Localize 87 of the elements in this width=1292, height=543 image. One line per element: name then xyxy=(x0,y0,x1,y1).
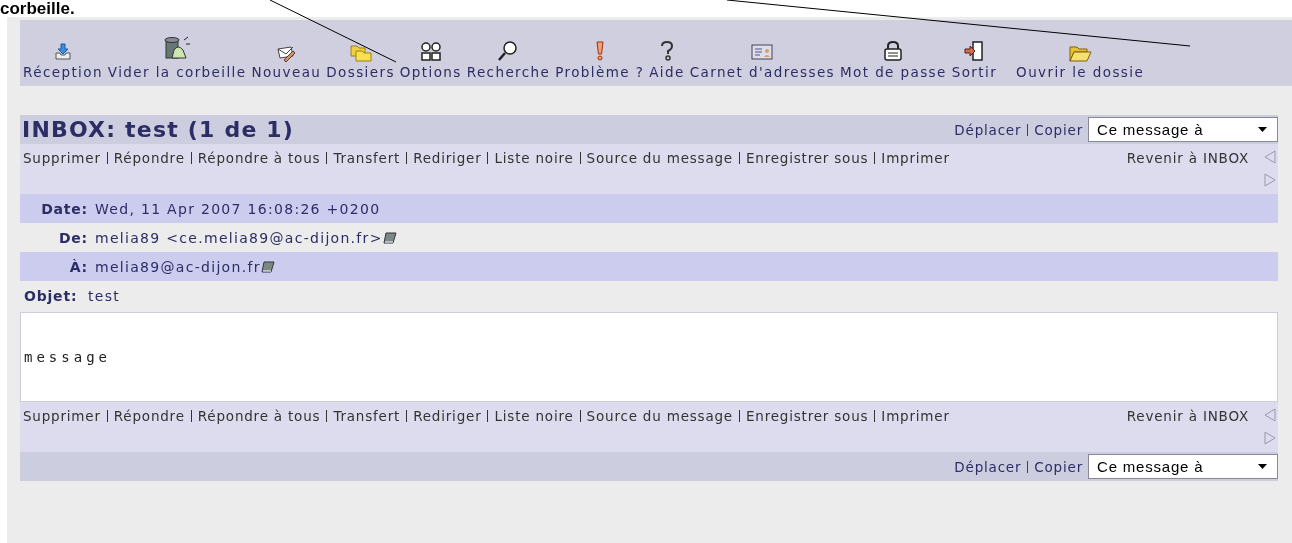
toolbar-button[interactable]: Réception xyxy=(23,42,103,80)
exclamation-icon xyxy=(594,40,605,62)
action-link[interactable]: Imprimer xyxy=(881,408,950,424)
action-link[interactable]: Imprimer xyxy=(881,150,950,166)
action-link[interactable]: Source du message xyxy=(586,150,733,166)
action-link[interactable]: Rediriger xyxy=(413,408,482,424)
caret-icon xyxy=(1258,464,1267,469)
next-arrow-icon[interactable] xyxy=(1264,173,1276,187)
toolbar-button[interactable]: Vider la corbeille xyxy=(107,36,247,80)
action-link[interactable]: Répondre xyxy=(113,150,185,166)
action-link[interactable]: Répondre à tous xyxy=(197,408,321,424)
folder-select[interactable]: Ce message à xyxy=(1088,454,1278,479)
toolbar-button[interactable]: Sortir xyxy=(951,40,998,80)
move-link[interactable]: Déplacer xyxy=(954,458,1022,475)
folders-icon xyxy=(349,44,372,62)
toolbar-button[interactable]: Mot de passe xyxy=(840,40,947,80)
header-label: Objet: xyxy=(23,287,79,304)
toolbar-button[interactable]: Ouvrir le dossie xyxy=(1016,44,1145,80)
address-card-icon xyxy=(750,42,775,62)
search-icon xyxy=(497,40,520,62)
header-label: Date: xyxy=(40,200,89,217)
header-label: À: xyxy=(68,258,89,275)
message-text: message xyxy=(24,349,111,365)
separator-bar xyxy=(326,152,328,164)
separator-bar xyxy=(487,410,489,422)
action-link[interactable]: Transfert xyxy=(333,408,401,424)
separator-bar xyxy=(579,152,581,164)
toolbar-button[interactable]: Problème ? xyxy=(555,40,645,80)
door-exit-icon xyxy=(963,40,986,62)
inbox-download-icon xyxy=(52,42,73,62)
trash-can-icon xyxy=(162,36,193,62)
separator-bar xyxy=(1027,123,1029,136)
header-value: melia89@ac-dijon.fr xyxy=(95,258,261,275)
action-link[interactable]: Enregistrer sous xyxy=(745,408,869,424)
envelope-pencil-icon xyxy=(276,44,297,62)
annotation-text: corbeille. xyxy=(0,0,75,19)
caret-icon xyxy=(1258,127,1267,132)
action-link[interactable]: Répondre xyxy=(113,408,185,424)
separator-bar xyxy=(406,152,408,164)
action-link[interactable]: Enregistrer sous xyxy=(745,150,869,166)
separator-bar xyxy=(406,410,408,422)
separator-bar xyxy=(190,410,192,422)
separator-bar xyxy=(1027,460,1029,473)
message-title: INBOX: test (1 de 1) xyxy=(22,117,295,142)
lock-icon xyxy=(883,40,904,62)
separator-bar xyxy=(190,152,192,164)
separator-bar xyxy=(738,410,740,422)
move-link[interactable]: Copier xyxy=(1034,458,1083,475)
toolbar-button[interactable]: Aide xyxy=(649,40,685,80)
previous-arrow-icon[interactable] xyxy=(1264,150,1276,164)
next-arrow-icon[interactable] xyxy=(1264,431,1276,445)
action-link[interactable]: Supprimer xyxy=(23,408,101,424)
header-value: melia89 <ce.melia89@ac-dijon.fr> xyxy=(95,229,383,246)
action-link[interactable]: Liste noire xyxy=(494,150,574,166)
separator-bar xyxy=(106,410,108,422)
move-link[interactable]: Copier xyxy=(1034,121,1083,138)
back-to-inbox-link[interactable]: Revenir à INBOX xyxy=(1126,406,1249,448)
move-link[interactable]: Déplacer xyxy=(954,121,1022,138)
folder-select[interactable]: Ce message à xyxy=(1088,117,1278,142)
separator-bar xyxy=(738,152,740,164)
options-icon xyxy=(419,42,442,62)
open-folder-icon xyxy=(1068,44,1093,62)
separator-bar xyxy=(874,410,876,422)
action-link[interactable]: Source du message xyxy=(586,408,733,424)
separator-bar xyxy=(874,152,876,164)
book-icon[interactable] xyxy=(382,231,397,244)
toolbar-button[interactable]: Carnet d'adresses xyxy=(689,42,836,80)
toolbar-button[interactable]: Nouveau xyxy=(251,44,322,80)
action-link[interactable]: Transfert xyxy=(333,150,401,166)
header-value: test xyxy=(88,287,121,304)
question-mark-icon xyxy=(658,40,675,62)
header-label: De: xyxy=(57,229,89,246)
back-to-inbox-link[interactable]: Revenir à INBOX xyxy=(1126,148,1249,190)
separator-bar xyxy=(106,152,108,164)
action-link[interactable]: Supprimer xyxy=(23,150,101,166)
action-link[interactable]: Liste noire xyxy=(494,408,574,424)
header-value: Wed, 11 Apr 2007 16:08:26 +0200 xyxy=(95,200,381,217)
previous-arrow-icon[interactable] xyxy=(1264,408,1276,422)
toolbar-button[interactable]: Recherche xyxy=(466,40,551,80)
toolbar-button[interactable]: Options xyxy=(399,42,462,80)
toolbar-button[interactable]: Dossiers xyxy=(326,44,395,80)
action-link[interactable]: Répondre à tous xyxy=(197,150,321,166)
book-icon[interactable] xyxy=(260,260,275,273)
separator-bar xyxy=(326,410,328,422)
action-link[interactable]: Rediriger xyxy=(413,150,482,166)
separator-bar xyxy=(487,152,489,164)
separator-bar xyxy=(579,410,581,422)
